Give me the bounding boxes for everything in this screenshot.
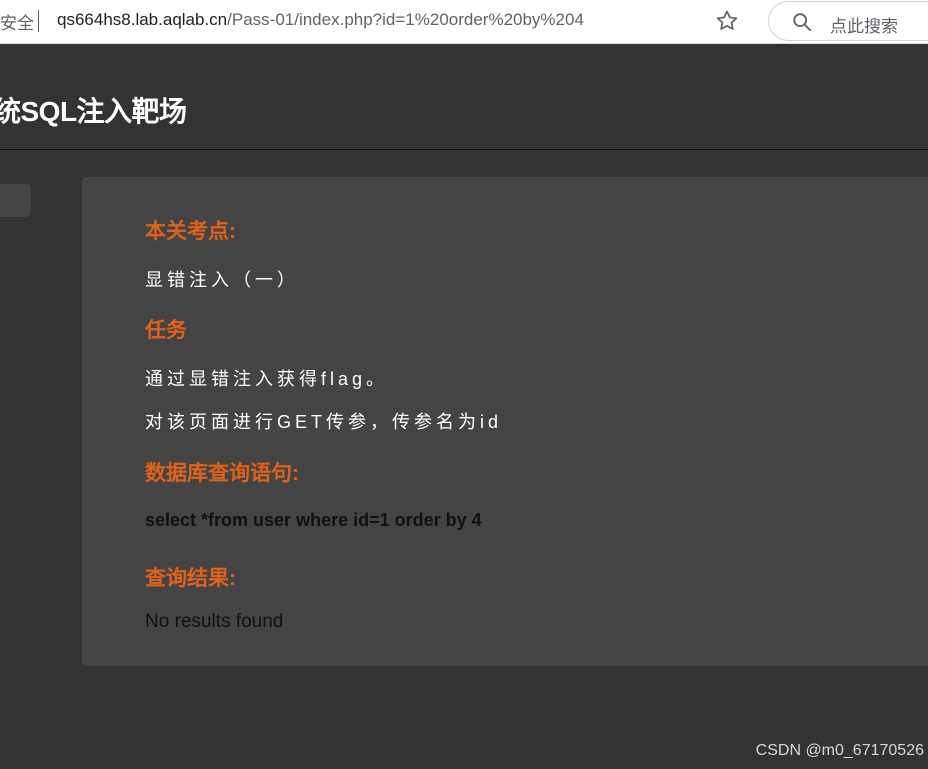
url-path: /Pass-01/index.php?id=1%20order%20by%204 — [227, 10, 584, 29]
address-bar-divider — [38, 10, 39, 32]
section-heading-result: 查询结果: — [145, 567, 236, 590]
test-point-text: 显错注入（一） — [145, 270, 299, 290]
section-heading-test-point: 本关考点: — [145, 220, 236, 243]
search-input[interactable]: 点此搜索 — [768, 1, 928, 41]
query-result-text: No results found — [145, 611, 284, 632]
content-panel: 本关考点: 显错注入（一） 任务 通过显错注入获得flag。 对该页面进行GET… — [82, 177, 928, 666]
page-header: 统SQL注入靶场 — [0, 46, 928, 150]
task-line-1: 通过显错注入获得flag。 — [145, 369, 389, 389]
star-icon[interactable] — [714, 8, 740, 34]
watermark: CSDN @m0_67170526 — [755, 742, 924, 759]
section-heading-task: 任务 — [145, 319, 187, 342]
task-line-2: 对该页面进行GET传参，传参名为id — [145, 412, 503, 432]
page-title: 统SQL注入靶场 — [0, 96, 187, 127]
browser-toolbar: 安全 qs664hs8.lab.aqlab.cn/Pass-01/index.p… — [0, 0, 928, 44]
security-label[interactable]: 安全 — [0, 9, 34, 34]
url-host: qs664hs8.lab.aqlab.cn — [57, 10, 228, 29]
search-icon — [791, 11, 813, 33]
search-placeholder: 点此搜索 — [830, 17, 898, 36]
address-bar[interactable]: qs664hs8.lab.aqlab.cn/Pass-01/index.php?… — [57, 10, 584, 30]
sql-query-text: select *from user where id=1 order by 4 — [145, 510, 482, 530]
sidebar-item[interactable] — [0, 184, 31, 217]
section-heading-query: 数据库查询语句: — [145, 462, 299, 485]
